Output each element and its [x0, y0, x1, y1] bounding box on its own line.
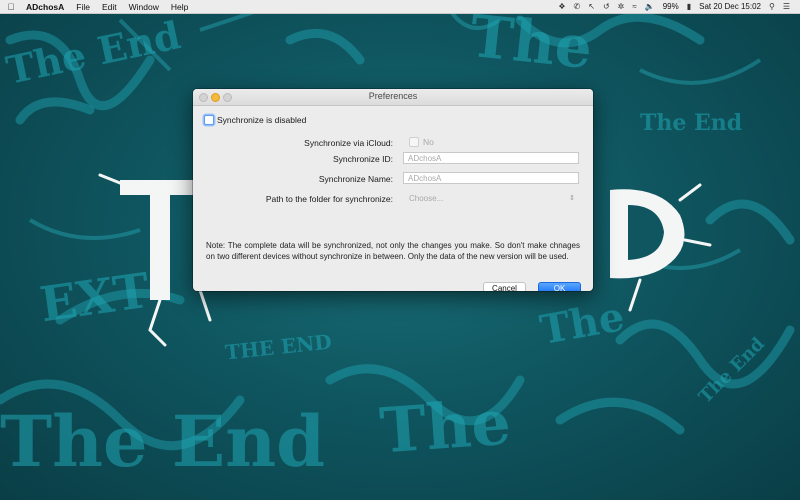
window-titlebar[interactable]: Preferences: [193, 89, 593, 106]
battery-percent[interactable]: 99%: [659, 2, 683, 11]
ok-button[interactable]: OK: [538, 282, 581, 291]
menu-edit[interactable]: Edit: [96, 2, 123, 12]
sync-id-field[interactable]: ADchosA: [403, 152, 579, 164]
spotlight-icon[interactable]: ⚲: [765, 2, 779, 11]
menu-file[interactable]: File: [70, 2, 96, 12]
sync-id-label: Synchronize ID:: [333, 154, 393, 164]
window-title: Preferences: [368, 91, 418, 101]
preferences-window: Preferences Synchronize is disabled Sync…: [193, 89, 593, 291]
icloud-checkbox[interactable]: [409, 137, 419, 147]
sync-path-popup[interactable]: Choose... ⇕: [403, 192, 579, 205]
icloud-label: Synchronize via iCloud:: [304, 138, 393, 148]
icloud-row: Synchronize via iCloud: No: [193, 136, 593, 150]
icloud-checkbox-label: No: [423, 137, 434, 147]
preferences-content: Synchronize is disabled Synchronize via …: [193, 106, 593, 291]
battery-icon[interactable]: ▮: [683, 2, 695, 11]
sync-name-row: Synchronize Name: ADchosA: [193, 172, 593, 186]
menu-help[interactable]: Help: [165, 2, 194, 12]
sync-path-row: Path to the folder for synchronize: Choo…: [193, 192, 593, 206]
bluetooth-icon[interactable]: ✲: [614, 2, 629, 11]
notification-center-icon[interactable]: ☰: [779, 2, 794, 11]
sync-enabled-checkbox[interactable]: [204, 115, 214, 125]
menu-app-name[interactable]: ADchosA: [22, 2, 70, 12]
dropbox-icon[interactable]: ❖: [554, 2, 569, 11]
apple-icon[interactable]: : [0, 2, 22, 12]
popup-arrows-icon: ⇕: [569, 195, 575, 202]
time-machine-icon[interactable]: ↺: [599, 2, 614, 11]
sync-toggle-label[interactable]: Synchronize is disabled: [217, 115, 306, 125]
sync-name-label: Synchronize Name:: [318, 174, 393, 184]
wifi-icon[interactable]: ≈: [628, 2, 640, 11]
sync-path-placeholder: Choose...: [409, 194, 444, 203]
sync-path-label: Path to the folder for synchronize:: [265, 194, 393, 204]
menu-bar:  ADchosA File Edit Window Help ❖ ✆ ↖ ↺ …: [0, 0, 800, 14]
sync-id-row: Synchronize ID: ADchosA: [193, 152, 593, 166]
sync-name-field[interactable]: ADchosA: [403, 172, 579, 184]
cancel-button[interactable]: Cancel: [483, 282, 526, 291]
sync-note: Note: The complete data will be synchron…: [206, 241, 580, 261]
sync-toggle[interactable]: Synchronize is disabled: [204, 115, 306, 125]
cursor-icon[interactable]: ↖: [584, 2, 599, 11]
phone-icon[interactable]: ✆: [570, 2, 585, 11]
menu-clock[interactable]: Sat 20 Dec 15:02: [695, 2, 765, 11]
volume-icon[interactable]: 🔈: [641, 2, 659, 11]
menu-window[interactable]: Window: [123, 2, 165, 12]
icloud-option[interactable]: No: [405, 137, 434, 147]
